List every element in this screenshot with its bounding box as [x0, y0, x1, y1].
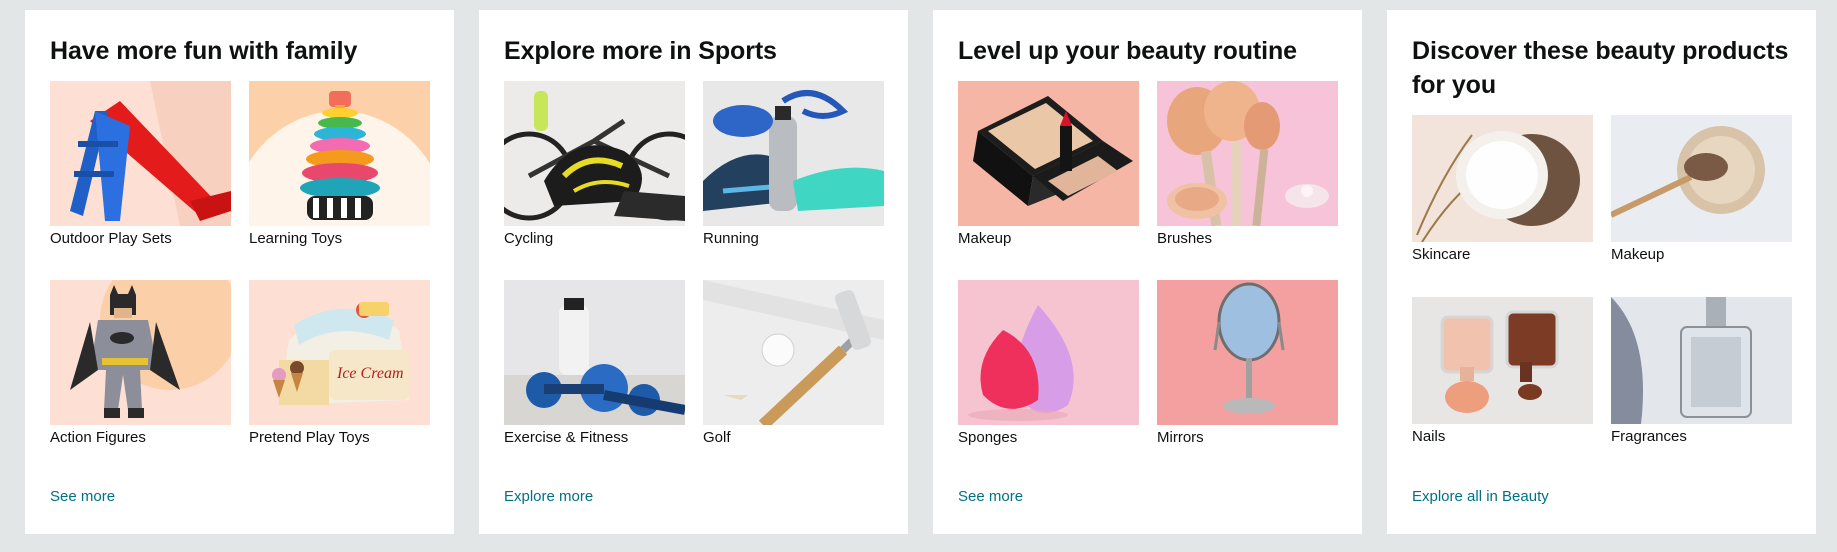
tile-makeup-2[interactable]: Makeup [1611, 115, 1792, 265]
tile-sponges[interactable]: Sponges [958, 280, 1139, 448]
card-beauty-products: Discover these beauty products for you S… [1387, 10, 1816, 534]
tile-action-figures[interactable]: Action Figures [50, 280, 231, 448]
compact-lipstick-icon[interactable] [958, 81, 1139, 226]
tile-label: Exercise & Fitness [504, 429, 629, 446]
tile-cycling[interactable]: Cycling [504, 81, 685, 249]
see-more-link[interactable]: See more [50, 487, 115, 507]
svg-text:Ice Cream: Ice Cream [336, 365, 404, 382]
explore-more-link[interactable]: Explore more [504, 487, 593, 507]
tile-label: Skincare [1412, 246, 1471, 263]
tile-nails[interactable]: Nails [1412, 297, 1593, 447]
card-sports: Explore more in Sports Cycling Running E… [479, 10, 908, 534]
tile-brushes[interactable]: Brushes [1157, 81, 1338, 249]
card-title: Have more fun with family [50, 37, 358, 65]
tile-label: Running [703, 230, 759, 247]
tile-running[interactable]: Running [703, 81, 884, 249]
tile-label: Cycling [504, 230, 554, 247]
see-more-link[interactable]: See more [958, 487, 1023, 507]
tile-fragrances[interactable]: Fragrances [1611, 297, 1792, 447]
tile-exercise-fitness[interactable]: Exercise & Fitness [504, 280, 685, 448]
explore-all-beauty-link[interactable]: Explore all in Beauty [1412, 487, 1549, 507]
tile-label: Learning Toys [249, 230, 343, 247]
tile-pretend-play-toys[interactable]: Ice Cream Pretend Play Toys [249, 280, 430, 448]
tile-label: Golf [703, 429, 731, 446]
dumbbells-icon[interactable] [504, 280, 685, 425]
nail-polish-icon[interactable] [1412, 297, 1593, 424]
card-title: Discover these beauty products for you [1412, 37, 1789, 99]
tile-label: Action Figures [50, 429, 146, 446]
tile-label: Sponges [958, 429, 1018, 446]
makeup-brushes-icon[interactable] [1157, 81, 1338, 226]
tile-skincare[interactable]: Skincare [1412, 115, 1593, 265]
ice-cream-counter-icon[interactable]: Ice Cream [249, 280, 430, 425]
tile-label: Fragrances [1611, 428, 1687, 445]
card-title: Level up your beauty routine [958, 37, 1297, 65]
category-cards-row: Have more fun with family Outdoor Play S… [0, 0, 1837, 552]
beauty-sponges-icon[interactable] [958, 280, 1139, 425]
tile-label: Makeup [1611, 246, 1665, 263]
tile-label: Makeup [958, 230, 1012, 247]
tile-mirrors[interactable]: Mirrors [1157, 280, 1338, 448]
tile-label: Pretend Play Toys [249, 429, 370, 446]
perfume-bottle-icon[interactable] [1611, 297, 1792, 424]
tile-label: Outdoor Play Sets [50, 230, 172, 247]
running-shoes-icon[interactable] [703, 81, 884, 226]
tile-label: Brushes [1157, 230, 1213, 247]
tile-label: Mirrors [1157, 429, 1204, 446]
card-beauty-routine: Level up your beauty routine Makeup Brus… [933, 10, 1362, 534]
batman-figure-icon[interactable] [50, 280, 231, 425]
golf-putter-icon[interactable] [703, 280, 884, 425]
tile-golf[interactable]: Golf [703, 280, 884, 448]
tile-makeup[interactable]: Makeup [958, 81, 1139, 249]
vanity-mirror-icon[interactable] [1157, 280, 1338, 425]
powder-brush-icon[interactable] [1611, 115, 1792, 242]
bike-helmet-icon[interactable] [504, 81, 685, 226]
tile-outdoor-play-sets[interactable]: Outdoor Play Sets [50, 81, 231, 249]
cream-jar-icon[interactable] [1412, 115, 1593, 242]
card-title: Explore more in Sports [504, 37, 777, 65]
tile-label: Nails [1412, 428, 1446, 445]
tile-learning-toys[interactable]: Learning Toys [249, 81, 430, 249]
card-family: Have more fun with family Outdoor Play S… [25, 10, 454, 534]
slide-icon[interactable] [50, 81, 231, 226]
stacking-rings-icon[interactable] [249, 81, 430, 226]
